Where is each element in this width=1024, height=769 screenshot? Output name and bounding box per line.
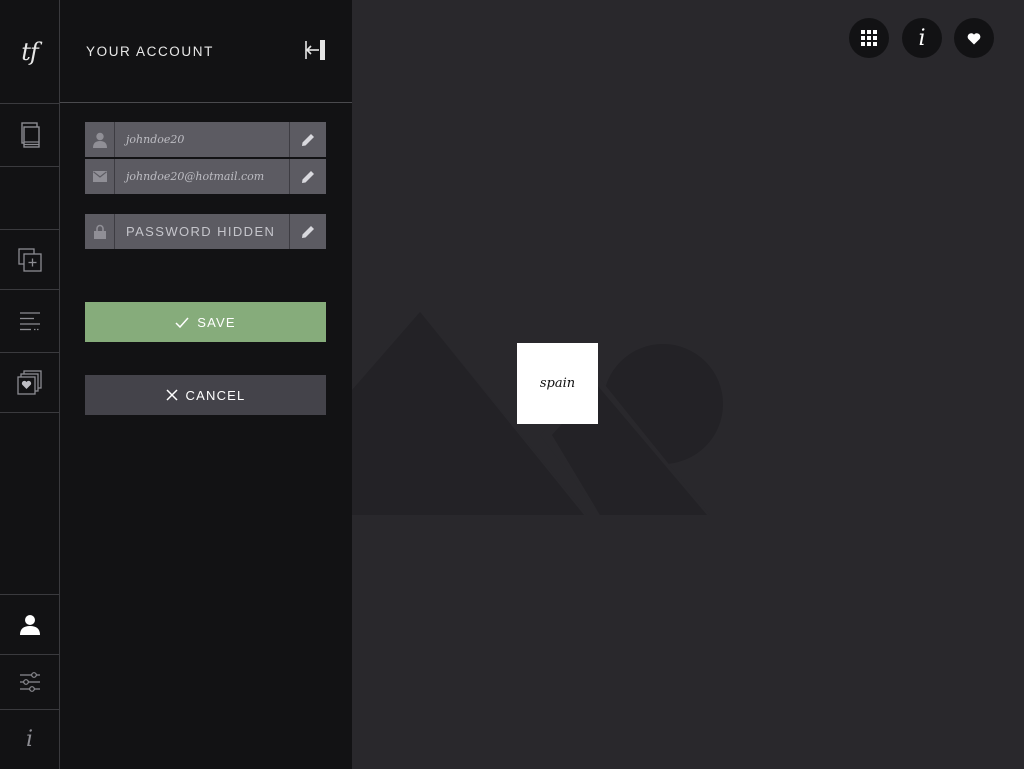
add-layer-icon xyxy=(17,247,42,272)
cancel-label: CANCEL xyxy=(185,387,246,403)
check-icon xyxy=(175,317,189,328)
email-value[interactable]: johndoe20@hotmail.com xyxy=(115,170,289,183)
edit-username-button[interactable] xyxy=(289,122,326,157)
pencil-icon xyxy=(302,133,314,146)
list-button[interactable] xyxy=(0,290,59,353)
list-icon xyxy=(19,312,40,331)
main-canvas: spain i xyxy=(352,0,1024,769)
username-field[interactable]: johndoe20 xyxy=(85,122,326,157)
sliders-icon xyxy=(19,672,40,692)
add-layer-button[interactable] xyxy=(0,230,59,290)
settings-button[interactable] xyxy=(0,655,59,710)
app-logo[interactable]: tf xyxy=(0,0,59,104)
pencil-icon xyxy=(302,225,314,238)
user-icon xyxy=(19,614,40,635)
edit-password-button[interactable] xyxy=(289,214,326,249)
username-value[interactable]: johndoe20 xyxy=(115,133,289,146)
save-button[interactable]: SAVE xyxy=(85,302,326,342)
panel-header: YOUR ACCOUNT xyxy=(60,0,352,103)
favorites-button[interactable] xyxy=(0,353,59,413)
password-field-icon-wrap xyxy=(85,214,115,249)
favorites-icon xyxy=(16,369,42,395)
cancel-button[interactable]: CANCEL xyxy=(85,375,326,415)
user-field-icon-wrap xyxy=(85,122,115,157)
favorite-button[interactable] xyxy=(954,18,994,58)
password-value[interactable]: PASSWORD HIDDEN xyxy=(115,224,289,239)
pencil-icon xyxy=(302,170,314,183)
password-field[interactable]: PASSWORD HIDDEN xyxy=(85,214,326,249)
info-icon[interactable]: i xyxy=(0,710,59,769)
icon-rail: tf i xyxy=(0,0,60,769)
blank-slot xyxy=(0,167,59,230)
email-field[interactable]: johndoe20@hotmail.com xyxy=(85,159,326,194)
location-tag[interactable]: spain xyxy=(517,343,598,424)
info-button[interactable]: i xyxy=(902,18,942,58)
close-icon xyxy=(166,389,178,401)
lock-icon xyxy=(93,224,106,239)
envelope-icon xyxy=(92,171,107,182)
account-button[interactable] xyxy=(0,594,59,655)
library-icon xyxy=(20,122,40,148)
grid-view-button[interactable] xyxy=(849,18,889,58)
heart-icon xyxy=(967,32,981,44)
collapse-panel-button[interactable] xyxy=(303,38,327,62)
edit-email-button[interactable] xyxy=(289,159,326,194)
save-label: SAVE xyxy=(197,314,236,330)
user-icon xyxy=(92,132,107,148)
account-panel: YOUR ACCOUNT johndoe20 johndoe20@hotmail… xyxy=(60,0,352,769)
grid-icon xyxy=(861,30,877,46)
email-field-icon-wrap xyxy=(85,159,115,194)
library-button[interactable] xyxy=(0,104,59,167)
panel-title: YOUR ACCOUNT xyxy=(86,44,214,59)
collapse-icon xyxy=(305,40,325,60)
